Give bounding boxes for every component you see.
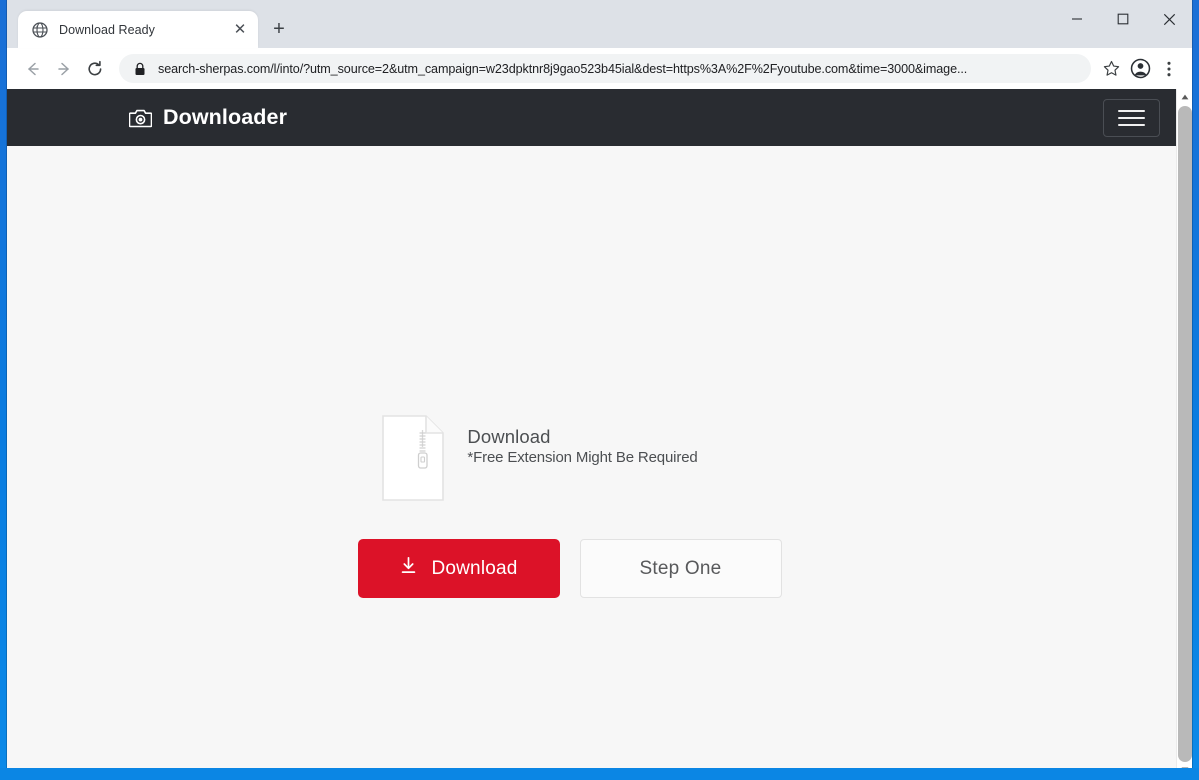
tab-title: Download Ready <box>59 22 155 37</box>
forward-button[interactable] <box>49 54 79 84</box>
site-header: Downloader <box>7 89 1192 146</box>
tab-close-icon[interactable]: ✕ <box>230 20 250 40</box>
download-subtext: *Free Extension Might Be Required <box>467 449 698 467</box>
minimize-button[interactable] <box>1054 0 1100 38</box>
browser-tab[interactable]: Download Ready ✕ <box>18 11 258 48</box>
download-button[interactable]: Download <box>357 539 560 598</box>
main-content: Download *Free Extension Might Be Requir… <box>7 146 1192 768</box>
scrollbar-thumb[interactable] <box>1178 106 1192 762</box>
three-dot-menu-icon[interactable] <box>1155 55 1183 83</box>
reload-button[interactable] <box>80 54 110 84</box>
hamburger-line <box>1118 116 1145 119</box>
new-tab-button[interactable]: + <box>264 14 294 44</box>
scrollbar-up-arrow-icon[interactable] <box>1177 89 1192 105</box>
browser-tab-strip: Download Ready ✕ + <box>7 0 1192 48</box>
browser-window: Download Ready ✕ + search-sherpas.com/l/… <box>7 0 1192 768</box>
hamburger-line <box>1118 109 1145 112</box>
download-arrow-icon <box>399 556 418 581</box>
zip-file-icon <box>381 414 445 502</box>
site-brand[interactable]: Downloader <box>129 105 287 130</box>
hamburger-icon[interactable] <box>1103 98 1160 137</box>
download-button-label: Download <box>431 557 518 579</box>
address-bar[interactable]: search-sherpas.com/l/into/?utm_source=2&… <box>119 54 1091 83</box>
download-heading: Download <box>467 426 551 447</box>
page-scrollbar[interactable] <box>1176 89 1192 768</box>
browser-toolbar: search-sherpas.com/l/into/?utm_source=2&… <box>7 48 1192 89</box>
taskbar-strip <box>0 768 1199 780</box>
brand-name: Downloader <box>163 105 288 129</box>
globe-icon <box>31 21 48 38</box>
close-button[interactable] <box>1146 0 1192 38</box>
account-avatar-icon[interactable] <box>1126 55 1154 83</box>
camera-icon <box>129 108 152 128</box>
hamburger-line <box>1118 123 1145 126</box>
desktop-background: Download Ready ✕ + search-sherpas.com/l/… <box>0 0 1199 780</box>
button-row: Download Step One <box>357 539 782 598</box>
url-text: search-sherpas.com/l/into/?utm_source=2&… <box>158 61 968 76</box>
step-one-button-label: Step One <box>639 557 722 579</box>
star-icon[interactable] <box>1097 55 1125 83</box>
window-controls <box>1054 0 1192 38</box>
download-labels: Download *Free Extension Might Be Requir… <box>467 414 697 466</box>
page-viewport: Downloader Download *Free Extension Migh… <box>7 89 1192 768</box>
padlock-icon <box>132 61 147 76</box>
back-button[interactable] <box>18 54 48 84</box>
step-one-button[interactable]: Step One <box>579 539 782 598</box>
download-info-row: Download *Free Extension Might Be Requir… <box>381 414 698 502</box>
maximize-button[interactable] <box>1100 0 1146 38</box>
